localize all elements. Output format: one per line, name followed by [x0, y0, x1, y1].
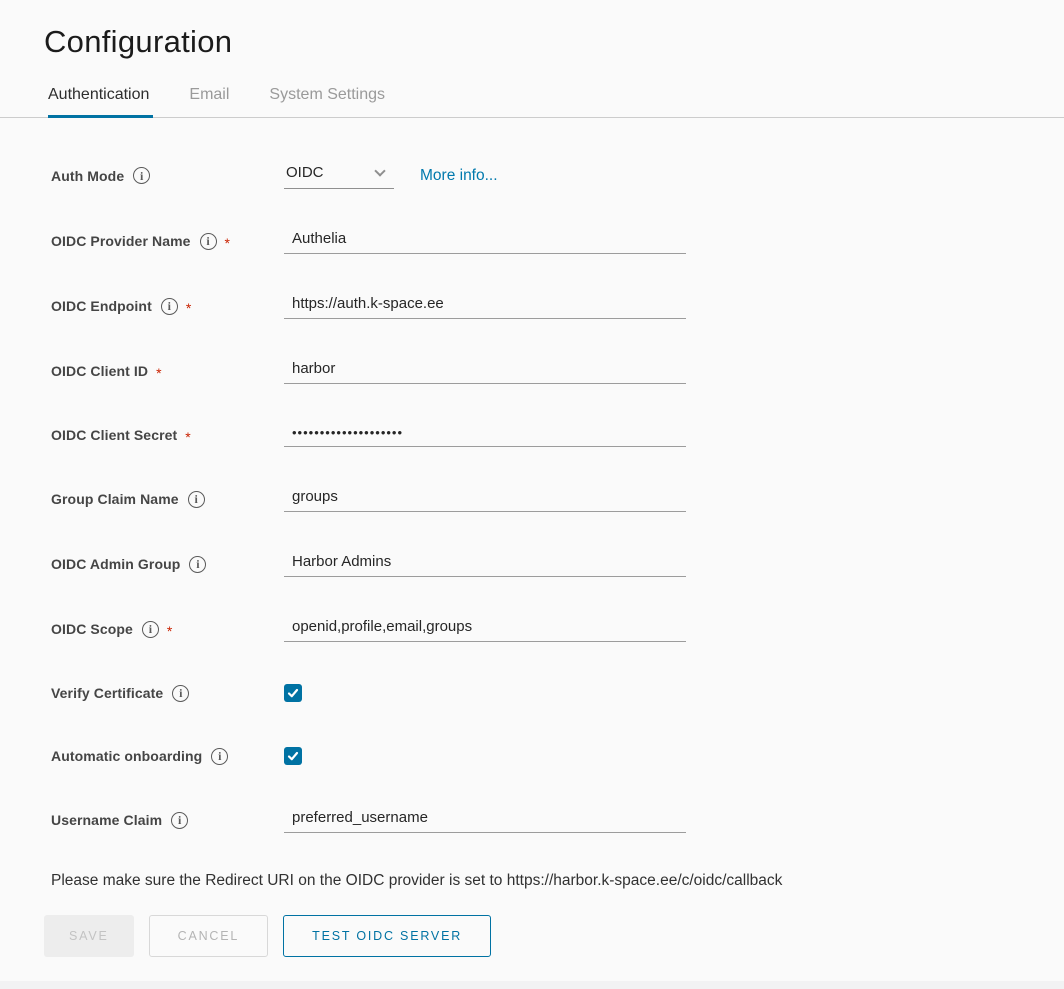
- form-row-oidc-endpoint: OIDC Endpoint i *: [44, 293, 1064, 319]
- auth-mode-selected-value: OIDC: [286, 164, 324, 181]
- tab-bar: Authentication Email System Settings: [0, 86, 1064, 118]
- oidc-endpoint-input[interactable]: [284, 293, 686, 319]
- redirect-uri-note: Please make sure the Redirect URI on the…: [44, 872, 1064, 890]
- info-icon[interactable]: i: [188, 491, 205, 508]
- label-username-claim: Username Claim i: [51, 812, 284, 829]
- field-label: Auth Mode: [51, 168, 124, 184]
- field-label: Username Claim: [51, 812, 162, 828]
- required-marker: *: [186, 301, 191, 315]
- required-marker: *: [185, 430, 190, 444]
- info-icon[interactable]: i: [200, 233, 217, 250]
- save-button[interactable]: SAVE: [44, 915, 134, 957]
- oidc-client-id-input[interactable]: [284, 358, 686, 384]
- field-label: OIDC Endpoint: [51, 298, 152, 314]
- form-row-automatic-onboarding: Automatic onboarding i: [44, 744, 1064, 768]
- tab-authentication[interactable]: Authentication: [48, 86, 151, 117]
- field-label: OIDC Client Secret: [51, 427, 177, 443]
- oidc-admin-group-input[interactable]: [284, 551, 686, 577]
- field-label: Group Claim Name: [51, 491, 179, 507]
- field-label: OIDC Client ID: [51, 363, 148, 379]
- required-marker: *: [167, 624, 172, 638]
- page-title: Configuration: [44, 24, 1064, 60]
- verify-certificate-checkbox[interactable]: [284, 684, 302, 702]
- username-claim-input[interactable]: [284, 807, 686, 833]
- label-oidc-admin-group: OIDC Admin Group i: [51, 556, 284, 573]
- checkmark-icon: [287, 687, 299, 699]
- checkmark-icon: [287, 750, 299, 762]
- auth-config-form: Auth Mode i OIDC More info... OIDC Provi…: [44, 162, 1064, 957]
- oidc-provider-name-input[interactable]: [284, 228, 686, 254]
- info-icon[interactable]: i: [211, 748, 228, 765]
- auth-mode-controls: OIDC More info...: [284, 162, 686, 189]
- form-row-oidc-admin-group: OIDC Admin Group i: [44, 551, 1064, 577]
- footer-strip: [0, 981, 1064, 989]
- label-auth-mode: Auth Mode i: [51, 167, 284, 184]
- form-row-oidc-client-id: OIDC Client ID *: [44, 358, 1064, 384]
- info-icon[interactable]: i: [172, 685, 189, 702]
- form-row-oidc-scope: OIDC Scope i *: [44, 616, 1064, 642]
- field-label: Verify Certificate: [51, 685, 163, 701]
- label-verify-certificate: Verify Certificate i: [51, 685, 284, 702]
- label-group-claim-name: Group Claim Name i: [51, 491, 284, 508]
- test-oidc-server-button[interactable]: TEST OIDC SERVER: [283, 915, 491, 957]
- form-row-username-claim: Username Claim i: [44, 807, 1064, 833]
- configuration-page: Configuration Authentication Email Syste…: [0, 24, 1064, 957]
- form-row-oidc-client-secret: OIDC Client Secret *: [44, 423, 1064, 447]
- form-row-auth-mode: Auth Mode i OIDC More info...: [44, 162, 1064, 189]
- info-icon[interactable]: i: [189, 556, 206, 573]
- info-icon[interactable]: i: [161, 298, 178, 315]
- field-label: OIDC Provider Name: [51, 233, 191, 249]
- required-marker: *: [225, 236, 230, 250]
- info-icon[interactable]: i: [133, 167, 150, 184]
- required-marker: *: [156, 366, 161, 380]
- group-claim-name-input[interactable]: [284, 486, 686, 512]
- tab-system-settings[interactable]: System Settings: [269, 86, 387, 117]
- cancel-button[interactable]: CANCEL: [149, 915, 269, 957]
- automatic-onboarding-checkbox[interactable]: [284, 747, 302, 765]
- label-oidc-client-id: OIDC Client ID *: [51, 363, 284, 379]
- label-oidc-scope: OIDC Scope i *: [51, 621, 284, 638]
- more-info-link[interactable]: More info...: [420, 167, 498, 185]
- label-oidc-provider-name: OIDC Provider Name i *: [51, 233, 284, 250]
- field-label: OIDC Admin Group: [51, 556, 180, 572]
- field-label: Automatic onboarding: [51, 748, 202, 764]
- label-oidc-endpoint: OIDC Endpoint i *: [51, 298, 284, 315]
- chevron-down-icon: [374, 165, 385, 176]
- action-buttons: SAVE CANCEL TEST OIDC SERVER: [44, 915, 1064, 957]
- label-automatic-onboarding: Automatic onboarding i: [51, 748, 284, 765]
- label-oidc-client-secret: OIDC Client Secret *: [51, 427, 284, 443]
- form-row-verify-certificate: Verify Certificate i: [44, 681, 1064, 705]
- info-icon[interactable]: i: [171, 812, 188, 829]
- oidc-scope-input[interactable]: [284, 616, 686, 642]
- auth-mode-select[interactable]: OIDC: [284, 162, 394, 189]
- form-row-group-claim-name: Group Claim Name i: [44, 486, 1064, 512]
- field-label: OIDC Scope: [51, 621, 133, 637]
- form-row-oidc-provider-name: OIDC Provider Name i *: [44, 228, 1064, 254]
- oidc-client-secret-input[interactable]: [284, 423, 686, 447]
- info-icon[interactable]: i: [142, 621, 159, 638]
- tab-email[interactable]: Email: [189, 86, 231, 117]
